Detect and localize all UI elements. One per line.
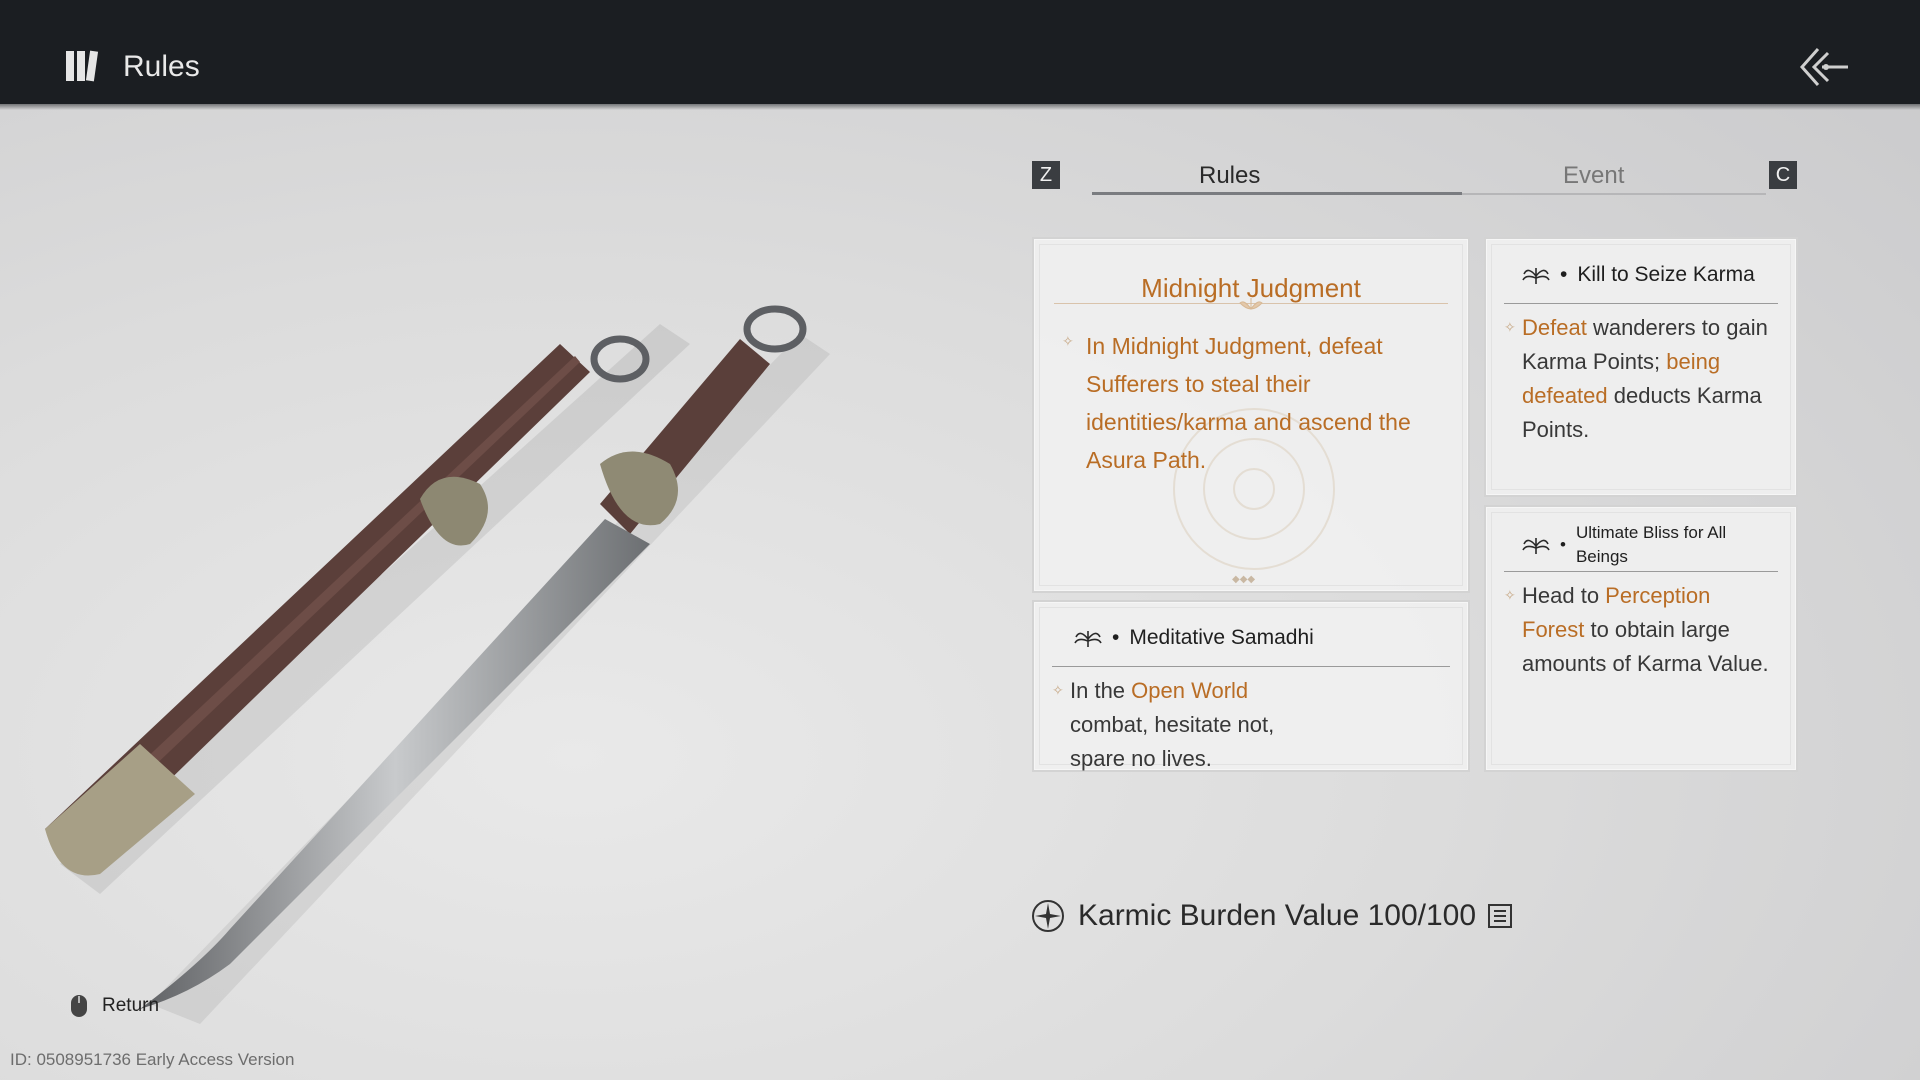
card-ornament: ◆◆◆ <box>1232 574 1256 585</box>
book-icon <box>66 50 99 82</box>
lotus-icon <box>1074 631 1102 647</box>
sun-emblem-icon <box>1032 900 1064 932</box>
card-header: • Ultimate Bliss for All Beings <box>1522 521 1756 569</box>
karmic-burden: Karmic Burden Value 100/100 <box>1030 898 1513 934</box>
karmic-burden-value: Karmic Burden Value 100/100 <box>1078 899 1477 932</box>
rule-card-ultimate-bliss[interactable]: • Ultimate Bliss for All Beings ✧ Head t… <box>1484 505 1798 772</box>
return-button[interactable]: Return <box>70 994 159 1018</box>
tab-active-indicator <box>1092 192 1462 195</box>
return-label: Return <box>102 995 160 1016</box>
bullet-dot: • <box>1112 626 1120 649</box>
star-bullet-icon: ✧ <box>1052 682 1064 698</box>
top-bar: Rules <box>0 0 1920 110</box>
back-arrow-icon[interactable] <box>1796 45 1850 89</box>
page-title: Rules <box>123 50 200 83</box>
card-title: Kill to Seize Karma <box>1577 263 1755 286</box>
card-divider <box>1504 571 1778 572</box>
swords-illustration <box>45 305 830 1024</box>
card-body: Head to Perception Forest to obtain larg… <box>1522 583 1769 676</box>
card-header: • Kill to Seize Karma <box>1522 263 1755 287</box>
lotus-icon <box>1522 538 1550 554</box>
bullet-dot: • <box>1560 535 1566 554</box>
card-body: In the Open World combat, hesitate not, … <box>1070 678 1275 771</box>
rule-card-meditative-samadhi[interactable]: • Meditative Samadhi ✧ In the Open World… <box>1032 600 1470 772</box>
tab-prev-key[interactable]: Z <box>1032 161 1060 189</box>
card-title: Meditative Samadhi <box>1129 626 1314 649</box>
rule-card-kill-to-seize-karma[interactable]: • Kill to Seize Karma ✧ Defeat wanderers… <box>1484 237 1798 497</box>
card-body: Defeat wanderers to gain Karma Points; b… <box>1522 315 1768 442</box>
card-header: • Meditative Samadhi <box>1074 626 1314 650</box>
tab-rules[interactable]: Rules <box>1199 162 1260 190</box>
lotus-icon <box>1239 298 1263 310</box>
tab-next-key[interactable]: C <box>1769 161 1797 189</box>
card-title: Ultimate Bliss for All Beings <box>1575 523 1727 566</box>
mouse-icon <box>71 995 87 1017</box>
build-id: ID: 0508951736 Early Access Version <box>10 1050 295 1069</box>
tab-event[interactable]: Event <box>1563 162 1624 190</box>
card-divider <box>1052 666 1450 667</box>
lotus-icon <box>1522 268 1550 284</box>
card-body: In Midnight Judgment, defeat Sufferers t… <box>1086 333 1411 473</box>
star-bullet-icon: ✧ <box>1504 587 1516 603</box>
rule-card-midnight-judgment[interactable]: Midnight Judgment ✧ In Midnight Judgment… <box>1032 237 1470 593</box>
list-icon[interactable] <box>1488 904 1513 928</box>
bullet-dot: • <box>1560 263 1568 286</box>
star-bullet-icon: ✧ <box>1504 319 1516 335</box>
star-bullet-icon: ✧ <box>1062 333 1074 349</box>
card-divider <box>1504 303 1778 304</box>
